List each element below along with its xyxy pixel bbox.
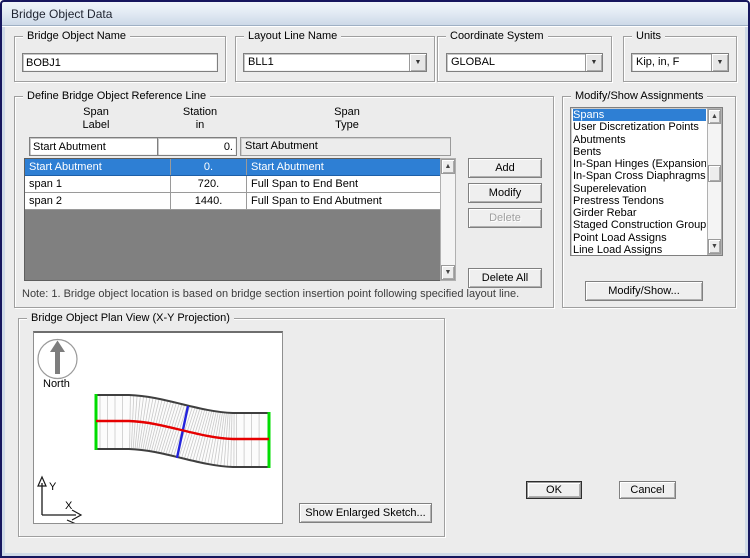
layout-line-dropdown-button[interactable]: ▼ bbox=[409, 54, 426, 71]
station-input[interactable] bbox=[157, 137, 237, 156]
modify-button[interactable]: Modify bbox=[468, 183, 542, 203]
delete-button: Delete bbox=[468, 208, 542, 228]
list-item[interactable]: In-Span Hinges (Expansion Jts) bbox=[573, 158, 706, 170]
span-type-field: Start Abutment bbox=[240, 137, 451, 156]
cell-station: 1440. bbox=[171, 193, 247, 209]
cell-span-type: Full Span to End Abutment bbox=[247, 193, 440, 209]
list-item[interactable]: In-Span Cross Diaphragms bbox=[573, 170, 706, 182]
note-text: Note: 1. Bridge object location is based… bbox=[22, 288, 547, 300]
assignments-listbox[interactable]: Spans User Discretization Points Abutmen… bbox=[570, 107, 723, 256]
north-label: North bbox=[43, 378, 70, 390]
span-label-input[interactable] bbox=[29, 137, 165, 156]
table-scrollbar[interactable]: ▲ ▼ bbox=[440, 158, 456, 281]
x-axis-arrowhead-2 bbox=[67, 520, 76, 523]
assignments-label: Modify/Show Assignments bbox=[571, 90, 707, 103]
cell-span-type: Full Span to End Bent bbox=[247, 176, 440, 192]
list-item[interactable]: Girder Rebar bbox=[573, 207, 706, 219]
layout-line-combo[interactable]: BLL1 ▼ bbox=[243, 53, 427, 72]
layout-line-value: BLL1 bbox=[244, 54, 409, 71]
list-item[interactable]: Spans bbox=[573, 109, 706, 121]
cancel-button[interactable]: Cancel bbox=[619, 481, 676, 499]
list-item[interactable]: User Discretization Points bbox=[573, 121, 706, 133]
assignments-scrollbar[interactable]: ▲ ▼ bbox=[707, 108, 722, 255]
chevron-down-icon: ▼ bbox=[415, 59, 422, 66]
scroll-up-icon[interactable]: ▲ bbox=[441, 159, 455, 174]
chevron-down-icon: ▼ bbox=[591, 59, 598, 66]
ok-button[interactable]: OK bbox=[526, 481, 582, 499]
table-row[interactable]: span 2 1440. Full Span to End Abutment bbox=[25, 193, 440, 210]
add-button[interactable]: Add bbox=[468, 158, 542, 178]
coordinate-system-label: Coordinate System bbox=[446, 30, 548, 43]
cell-span-label: span 1 bbox=[25, 176, 171, 192]
delete-all-button[interactable]: Delete All bbox=[468, 268, 542, 288]
coordinate-system-dropdown-button[interactable]: ▼ bbox=[585, 54, 602, 71]
bridge-object-name-input[interactable] bbox=[22, 53, 218, 72]
reference-line-table: Start Abutment 0. Start Abutment span 1 … bbox=[24, 158, 441, 281]
units-label: Units bbox=[632, 30, 665, 43]
scroll-down-icon[interactable]: ▼ bbox=[441, 265, 455, 280]
scroll-down-icon[interactable]: ▼ bbox=[708, 239, 721, 254]
bridge-plan-sketch: North Y X bbox=[34, 333, 282, 523]
list-item[interactable]: Point Load Assigns bbox=[573, 232, 706, 244]
list-item[interactable]: Abutments bbox=[573, 134, 706, 146]
list-item[interactable]: Staged Construction Groups bbox=[573, 219, 706, 231]
list-item[interactable]: Bents bbox=[573, 146, 706, 158]
y-axis-label: Y bbox=[49, 481, 57, 493]
units-value: Kip, in, F bbox=[632, 54, 711, 71]
modify-show-button[interactable]: Modify/Show... bbox=[585, 281, 703, 301]
column-header-span-type: SpanType bbox=[245, 106, 449, 132]
column-header-span-label: SpanLabel bbox=[21, 106, 171, 132]
coordinate-system-value: GLOBAL bbox=[447, 54, 585, 71]
cell-station: 0. bbox=[171, 159, 247, 175]
bridge-object-name-label: Bridge Object Name bbox=[23, 30, 130, 43]
cell-station: 720. bbox=[171, 176, 247, 192]
scroll-up-icon[interactable]: ▲ bbox=[708, 109, 721, 124]
cell-span-label: span 2 bbox=[25, 193, 171, 209]
x-axis-label: X bbox=[65, 500, 73, 512]
coordinate-system-combo[interactable]: GLOBAL ▼ bbox=[446, 53, 603, 72]
titlebar[interactable]: Bridge Object Data bbox=[2, 2, 748, 26]
plan-view-canvas: North Y X bbox=[33, 331, 283, 524]
show-enlarged-sketch-button[interactable]: Show Enlarged Sketch... bbox=[299, 503, 432, 523]
plan-view-label: Bridge Object Plan View (X-Y Projection) bbox=[27, 312, 234, 325]
units-combo[interactable]: Kip, in, F ▼ bbox=[631, 53, 729, 72]
chevron-down-icon: ▼ bbox=[717, 59, 724, 66]
list-item[interactable]: Prestress Tendons bbox=[573, 195, 706, 207]
window-title: Bridge Object Data bbox=[11, 7, 112, 21]
list-item[interactable]: Line Load Assigns bbox=[573, 244, 706, 256]
table-row[interactable]: Start Abutment 0. Start Abutment bbox=[25, 159, 440, 176]
list-item[interactable]: Superelevation bbox=[573, 183, 706, 195]
scrollbar-thumb[interactable] bbox=[708, 165, 721, 182]
cell-span-label: Start Abutment bbox=[25, 159, 171, 175]
layout-line-label: Layout Line Name bbox=[244, 30, 341, 43]
units-dropdown-button[interactable]: ▼ bbox=[711, 54, 728, 71]
column-header-station: Stationin bbox=[160, 106, 240, 132]
north-arrow-icon bbox=[50, 341, 65, 375]
bridge-object-data-dialog: Bridge Object Data Bridge Object Name La… bbox=[0, 0, 750, 558]
table-row[interactable]: span 1 720. Full Span to End Bent bbox=[25, 176, 440, 193]
cell-span-type: Start Abutment bbox=[247, 159, 440, 175]
define-reference-line-label: Define Bridge Object Reference Line bbox=[23, 90, 210, 103]
